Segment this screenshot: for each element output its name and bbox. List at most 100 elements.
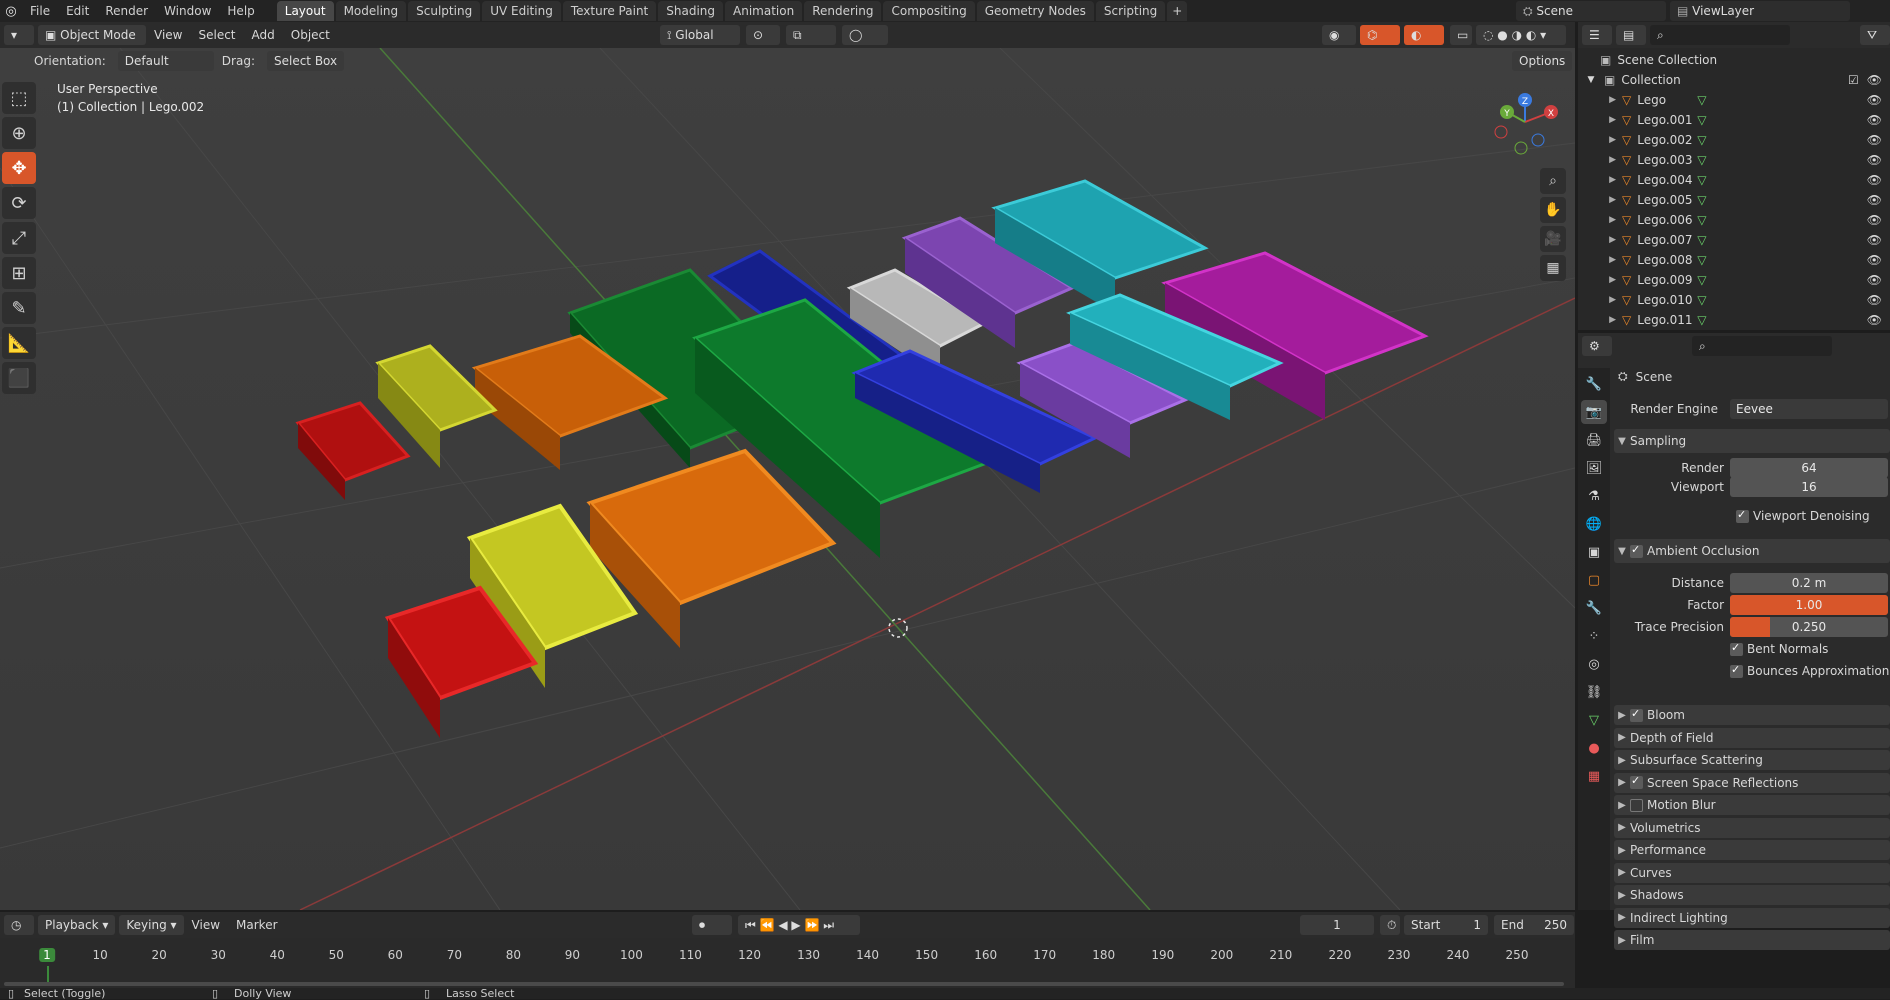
eye-icon[interactable]: 👁	[1867, 213, 1882, 227]
menu-object[interactable]: Object	[283, 28, 338, 42]
preview-range-icon[interactable]: ⏱	[1380, 915, 1400, 935]
timeline-marker-menu[interactable]: Marker	[228, 918, 285, 932]
eye-icon[interactable]: 👁	[1867, 93, 1882, 107]
tab-shading[interactable]: Shading	[658, 1, 723, 21]
transform-tool-icon[interactable]: ⊞	[2, 257, 36, 289]
viewport-samples-field[interactable]: 16	[1730, 477, 1888, 497]
orientation-dropdown[interactable]: Default	[117, 51, 214, 71]
outliner-object-row[interactable]: ▶ ▽ Lego.003 ▽ 👁	[1578, 150, 1890, 170]
shading-modes-icon[interactable]: ◌ ● ◑ ◐ ▾	[1476, 25, 1566, 45]
menu-add[interactable]: Add	[244, 28, 283, 42]
outliner-object-row[interactable]: ▶ ▽ Lego.001 ▽ 👁	[1578, 110, 1890, 130]
playback-dropdown[interactable]: Playback ▾	[38, 915, 116, 935]
eye-icon[interactable]: 👁	[1867, 293, 1882, 307]
outliner-search[interactable]: ⌕	[1650, 25, 1790, 45]
outliner-object-row[interactable]: ▶ ▽ Lego.009 ▽ 👁	[1578, 270, 1890, 290]
overlay-icon[interactable]: ◐	[1404, 25, 1444, 45]
outliner-object-row[interactable]: ▶ ▽ Lego.008 ▽ 👁	[1578, 250, 1890, 270]
playback-controls[interactable]: ⏮ ⏪ ◀ ▶ ⏩ ⏭	[738, 915, 860, 935]
outliner-object-row[interactable]: ▶ ▽ Lego.005 ▽ 👁	[1578, 190, 1890, 210]
select-box-tool-icon[interactable]: ⬚	[2, 82, 36, 114]
editor-type-icon[interactable]: ▾	[4, 25, 34, 45]
panel-header[interactable]: ▶ Curves	[1614, 862, 1890, 883]
add-cube-tool-icon[interactable]: ⬛	[2, 362, 36, 394]
zoom-icon[interactable]: ⌕	[1540, 168, 1566, 194]
timeline-view-menu[interactable]: View	[184, 918, 228, 932]
mode-dropdown[interactable]: ▣ Object Mode	[38, 25, 146, 45]
eye-icon[interactable]: 👁	[1867, 133, 1882, 147]
outliner-object-row[interactable]: ▶ ▽ Lego.011 ▽ 👁	[1578, 310, 1890, 330]
menu-view[interactable]: View	[146, 28, 190, 42]
keying-dropdown[interactable]: Keying ▾	[119, 915, 184, 935]
view-layer-selector[interactable]: ▤ ViewLayer	[1670, 1, 1850, 21]
panel-header[interactable]: ▶ Performance	[1614, 840, 1890, 860]
panel-header[interactable]: ▶ Shadows	[1614, 885, 1890, 905]
world-tab-icon[interactable]: 🌐	[1581, 512, 1607, 536]
collection-row[interactable]: ▼ ▣ Collection ☑ 👁	[1578, 70, 1890, 90]
outliner-object-row[interactable]: ▶ ▽ Lego ▽ 👁	[1578, 90, 1890, 110]
render-samples-field[interactable]: 64	[1730, 458, 1888, 478]
tab-animation[interactable]: Animation	[725, 1, 803, 21]
data-tab-icon[interactable]: ▽	[1581, 708, 1607, 732]
timeline-scrollbar[interactable]	[4, 982, 1564, 986]
blender-logo-icon[interactable]: ◎	[0, 4, 22, 19]
filter-icon[interactable]: ⛛	[1860, 25, 1890, 45]
tab-modeling[interactable]: Modeling	[335, 1, 407, 21]
particles-tab-icon[interactable]: ⁘	[1581, 624, 1607, 648]
tab-rendering[interactable]: Rendering	[804, 1, 882, 21]
menu-file[interactable]: File	[22, 0, 58, 22]
panel-checkbox[interactable]	[1630, 774, 1643, 789]
constraints-tab-icon[interactable]: ⛓	[1581, 680, 1607, 704]
outliner-object-row[interactable]: ▶ ▽ Lego.010 ▽ 👁	[1578, 290, 1890, 310]
ao-panel-header[interactable]: ▼Ambient Occlusion	[1614, 539, 1890, 563]
eye-icon[interactable]: 👁	[1867, 253, 1882, 267]
transform-orientation-dropdown[interactable]: ⟟ Global	[660, 25, 740, 45]
ao-trace-slider[interactable]: 0.250	[1730, 617, 1888, 637]
current-frame-field[interactable]: 1	[1300, 915, 1374, 935]
start-frame-field[interactable]: Start 1	[1404, 915, 1488, 935]
menu-help[interactable]: Help	[219, 0, 262, 22]
menu-window[interactable]: Window	[156, 0, 219, 22]
xray-icon[interactable]: ▭	[1450, 25, 1472, 45]
tab-layout[interactable]: Layout	[276, 1, 334, 21]
camera-icon[interactable]: 🎥	[1540, 226, 1566, 252]
object-tab-icon[interactable]: ▢	[1581, 568, 1607, 592]
viewport-denoising-row[interactable]: Viewport Denoising	[1736, 508, 1870, 523]
material-tab-icon[interactable]: ●	[1581, 736, 1607, 760]
tool-tab-icon[interactable]: 🔧	[1581, 372, 1607, 396]
menu-edit[interactable]: Edit	[58, 0, 97, 22]
panel-header[interactable]: ▶ Motion Blur	[1614, 795, 1890, 815]
snap-icon[interactable]: ⧉	[786, 25, 836, 45]
ao-checkbox[interactable]	[1630, 543, 1643, 558]
frame-ruler[interactable]: 1 10 20 30 40 50 60 70 80 90 100 110 120 130 140 150 160…	[0, 938, 1575, 988]
scene-collection-row[interactable]: ▣ Scene Collection	[1578, 50, 1890, 70]
proportional-icon[interactable]: ◯	[842, 25, 888, 45]
scene-selector[interactable]: ⛭ Scene	[1516, 1, 1666, 21]
pivot-icon[interactable]: ⊙	[746, 25, 780, 45]
physics-tab-icon[interactable]: ◎	[1581, 652, 1607, 676]
tab-scripting[interactable]: Scripting	[1095, 1, 1166, 21]
panel-header[interactable]: ▶ Bloom	[1614, 705, 1890, 725]
pan-hand-icon[interactable]: ✋	[1540, 197, 1566, 223]
tab-geometry-nodes[interactable]: Geometry Nodes	[976, 1, 1094, 21]
outliner-object-row[interactable]: ▶ ▽ Lego.004 ▽ 👁	[1578, 170, 1890, 190]
options-dropdown[interactable]: Options	[1512, 51, 1573, 71]
bent-normals-row[interactable]: Bent Normals	[1730, 641, 1828, 656]
bounces-checkbox[interactable]	[1730, 663, 1743, 678]
properties-editor-icon[interactable]: ⚙	[1582, 336, 1612, 356]
outliner-filter-mode-icon[interactable]: ▤	[1616, 25, 1646, 45]
panel-header[interactable]: ▶ Screen Space Reflections	[1614, 772, 1890, 793]
eye-icon[interactable]: 👁	[1867, 113, 1882, 127]
menu-render[interactable]: Render	[97, 0, 156, 22]
ao-distance-field[interactable]: 0.2 m	[1730, 573, 1888, 593]
add-workspace-button[interactable]: +	[1167, 1, 1188, 21]
move-tool-icon[interactable]: ✥	[2, 152, 36, 184]
scene-tab-icon[interactable]: ⚗	[1581, 484, 1607, 508]
eye-icon[interactable]: 👁	[1867, 233, 1882, 247]
sampling-panel-header[interactable]: ▼ Sampling	[1614, 429, 1890, 453]
view-layer-tab-icon[interactable]: 🖼	[1581, 456, 1607, 480]
tab-sculpting[interactable]: Sculpting	[408, 1, 481, 21]
outliner-object-row[interactable]: ▶ ▽ Lego.002 ▽ 👁	[1578, 130, 1890, 150]
eye-icon[interactable]: 👁	[1867, 313, 1882, 327]
modifier-tab-icon[interactable]: 🔧	[1581, 596, 1607, 620]
